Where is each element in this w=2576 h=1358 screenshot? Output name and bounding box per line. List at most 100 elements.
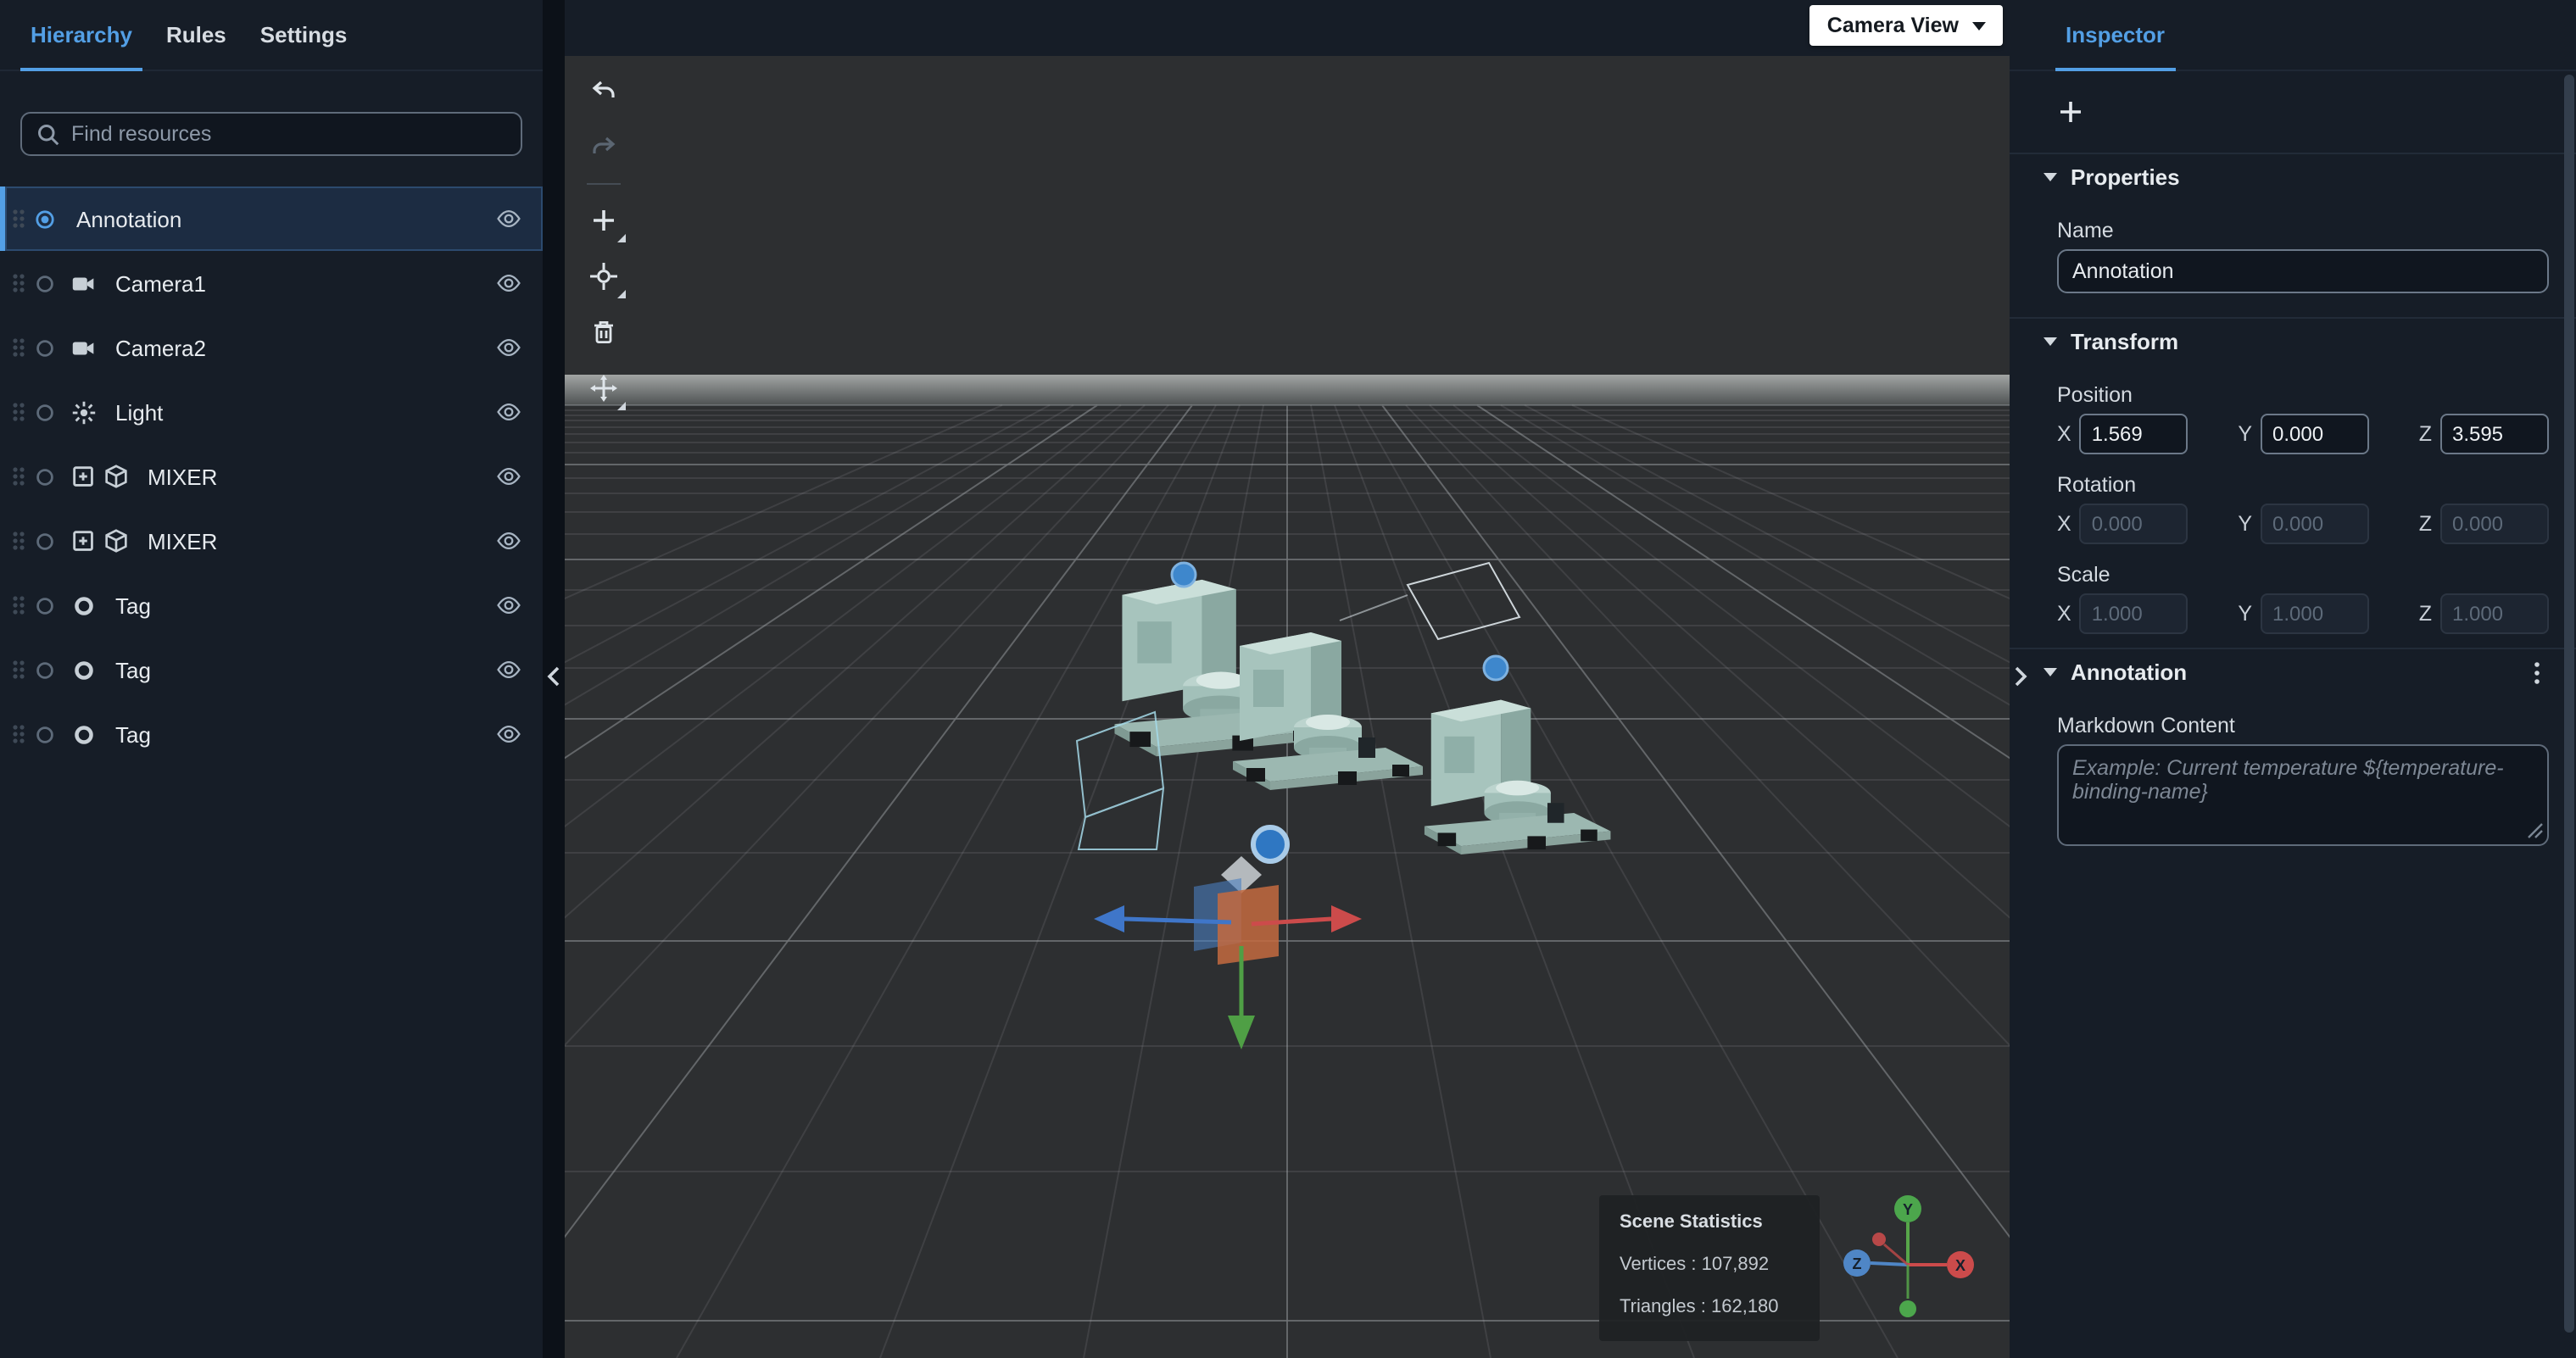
tree-row-camera1[interactable]: Camera1 bbox=[0, 251, 543, 315]
section-header-transform[interactable]: Transform bbox=[2010, 319, 2576, 365]
rotation-label: Rotation bbox=[2057, 473, 2137, 497]
rotation-z-input bbox=[2439, 504, 2549, 544]
axis-neg-y-dot[interactable] bbox=[1899, 1300, 1916, 1317]
y-axis-label: Y bbox=[2238, 422, 2253, 446]
drag-handle-icon[interactable] bbox=[10, 527, 27, 554]
position-z-input[interactable] bbox=[2439, 414, 2549, 454]
eye-icon[interactable] bbox=[495, 656, 522, 683]
collapse-right-icon[interactable] bbox=[2013, 665, 2030, 688]
3d-canvas[interactable]: Y Z X Scene Statistics Vertices: 107,89… bbox=[565, 56, 2010, 1358]
pan-tool-button[interactable] bbox=[583, 368, 626, 410]
radio-icon[interactable] bbox=[34, 594, 56, 616]
3d-scene[interactable]: Y Z X bbox=[565, 56, 2010, 1358]
section-title: Annotation bbox=[2071, 660, 2188, 685]
axis-neg-x-dot[interactable] bbox=[1872, 1233, 1886, 1246]
scale-label: Scale bbox=[2057, 563, 2110, 587]
drag-handle-icon[interactable] bbox=[10, 398, 27, 426]
section-caret-icon bbox=[2044, 337, 2057, 346]
tree-row-camera2[interactable]: Camera2 bbox=[0, 315, 543, 380]
rotation-x-input bbox=[2079, 504, 2188, 544]
tree-row-tag[interactable]: Tag bbox=[0, 637, 543, 702]
section-header-annotation[interactable]: Annotation bbox=[2010, 649, 2576, 695]
annotation-marker-selected[interactable] bbox=[1251, 825, 1290, 864]
tab-inspector[interactable]: Inspector bbox=[2049, 0, 2182, 71]
z-axis-label: Z bbox=[2418, 422, 2432, 446]
left-collapse-strip bbox=[543, 0, 565, 1358]
annotation-marker[interactable] bbox=[1170, 561, 1197, 588]
drag-handle-icon[interactable] bbox=[10, 205, 27, 232]
tab-settings[interactable]: Settings bbox=[243, 0, 365, 70]
tree-item-label: Light bbox=[115, 399, 164, 425]
cube-icon bbox=[105, 528, 127, 552]
eye-icon[interactable] bbox=[495, 527, 522, 554]
drag-handle-icon[interactable] bbox=[10, 721, 27, 748]
eye-icon[interactable] bbox=[495, 334, 522, 361]
add-object-button[interactable] bbox=[583, 200, 626, 242]
name-input[interactable] bbox=[2057, 249, 2549, 293]
tree-row-tag[interactable]: Tag bbox=[0, 573, 543, 637]
position-row: X Y Z bbox=[2010, 407, 2576, 454]
tree-row-light[interactable]: Light bbox=[0, 380, 543, 444]
tree-row-mixer[interactable]: MIXER bbox=[0, 444, 543, 509]
z-axis-label: Z bbox=[2418, 602, 2432, 626]
inspector-panel: Inspector Properties Name Transform Posi… bbox=[2010, 0, 2576, 1358]
search-input[interactable] bbox=[71, 122, 507, 146]
position-x-input[interactable] bbox=[2079, 414, 2188, 454]
drag-handle-icon[interactable] bbox=[10, 656, 27, 683]
horizon-band bbox=[565, 375, 2010, 405]
redo-button[interactable] bbox=[583, 127, 624, 168]
tag-icon bbox=[75, 725, 93, 743]
tree-row-annotation[interactable]: Annotation bbox=[0, 186, 543, 251]
plus-icon bbox=[594, 210, 614, 231]
x-axis-label: X bbox=[2057, 512, 2071, 536]
tab-rules[interactable]: Rules bbox=[149, 0, 243, 70]
flyout-corner-icon bbox=[617, 234, 626, 242]
triangles-count: Triangles : 162,180 bbox=[1620, 1297, 1779, 1317]
hierarchy-tree: Annotation Camera1 Camera2 Light MIXER M… bbox=[0, 186, 543, 766]
eye-icon[interactable] bbox=[495, 398, 522, 426]
annotation-marker[interactable] bbox=[1482, 654, 1509, 682]
transform-tool-button[interactable] bbox=[583, 256, 626, 298]
radio-icon[interactable] bbox=[34, 723, 56, 745]
y-axis-label: Y bbox=[2238, 512, 2253, 536]
tree-item-label: Camera2 bbox=[115, 335, 206, 360]
scrollbar-thumb[interactable] bbox=[2564, 75, 2574, 1333]
tab-hierarchy[interactable]: Hierarchy bbox=[14, 0, 149, 71]
tree-item-label: MIXER bbox=[148, 464, 218, 489]
tree-row-mixer[interactable]: MIXER bbox=[0, 509, 543, 573]
radio-selected-icon[interactable] bbox=[34, 208, 56, 230]
radio-icon[interactable] bbox=[34, 272, 56, 294]
tree-row-tag[interactable]: Tag bbox=[0, 702, 543, 766]
add-component-button[interactable] bbox=[2050, 92, 2091, 132]
inspector-tab-bar: Inspector bbox=[2010, 0, 2576, 71]
kebab-menu-icon[interactable] bbox=[2525, 659, 2549, 686]
drag-handle-icon[interactable] bbox=[10, 463, 27, 490]
eye-icon[interactable] bbox=[495, 463, 522, 490]
toolbar-divider bbox=[587, 183, 621, 185]
plus-icon bbox=[2060, 102, 2081, 122]
eye-icon[interactable] bbox=[495, 270, 522, 297]
light-icon bbox=[72, 400, 96, 424]
scale-row: X Y Z bbox=[2010, 587, 2576, 634]
eye-icon[interactable] bbox=[495, 205, 522, 232]
radio-icon[interactable] bbox=[34, 659, 56, 681]
position-y-input[interactable] bbox=[2261, 414, 2370, 454]
collapse-left-icon[interactable] bbox=[544, 665, 561, 688]
flyout-corner-icon bbox=[617, 402, 626, 410]
drag-handle-icon[interactable] bbox=[10, 592, 27, 619]
camera-view-dropdown[interactable]: Camera View bbox=[1809, 5, 2003, 46]
undo-button[interactable] bbox=[583, 71, 624, 112]
radio-icon[interactable] bbox=[34, 337, 56, 359]
markdown-content-textarea[interactable] bbox=[2057, 744, 2549, 846]
radio-icon[interactable] bbox=[34, 530, 56, 552]
drag-handle-icon[interactable] bbox=[10, 270, 27, 297]
drag-handle-icon[interactable] bbox=[10, 334, 27, 361]
section-header-properties[interactable]: Properties bbox=[2010, 154, 2576, 200]
tree-item-label: Tag bbox=[115, 721, 151, 747]
eye-icon[interactable] bbox=[495, 592, 522, 619]
radio-icon[interactable] bbox=[34, 465, 56, 487]
radio-icon[interactable] bbox=[34, 401, 56, 423]
inspector-scrollbar[interactable] bbox=[2564, 75, 2574, 1346]
delete-button[interactable] bbox=[583, 312, 624, 353]
eye-icon[interactable] bbox=[495, 721, 522, 748]
